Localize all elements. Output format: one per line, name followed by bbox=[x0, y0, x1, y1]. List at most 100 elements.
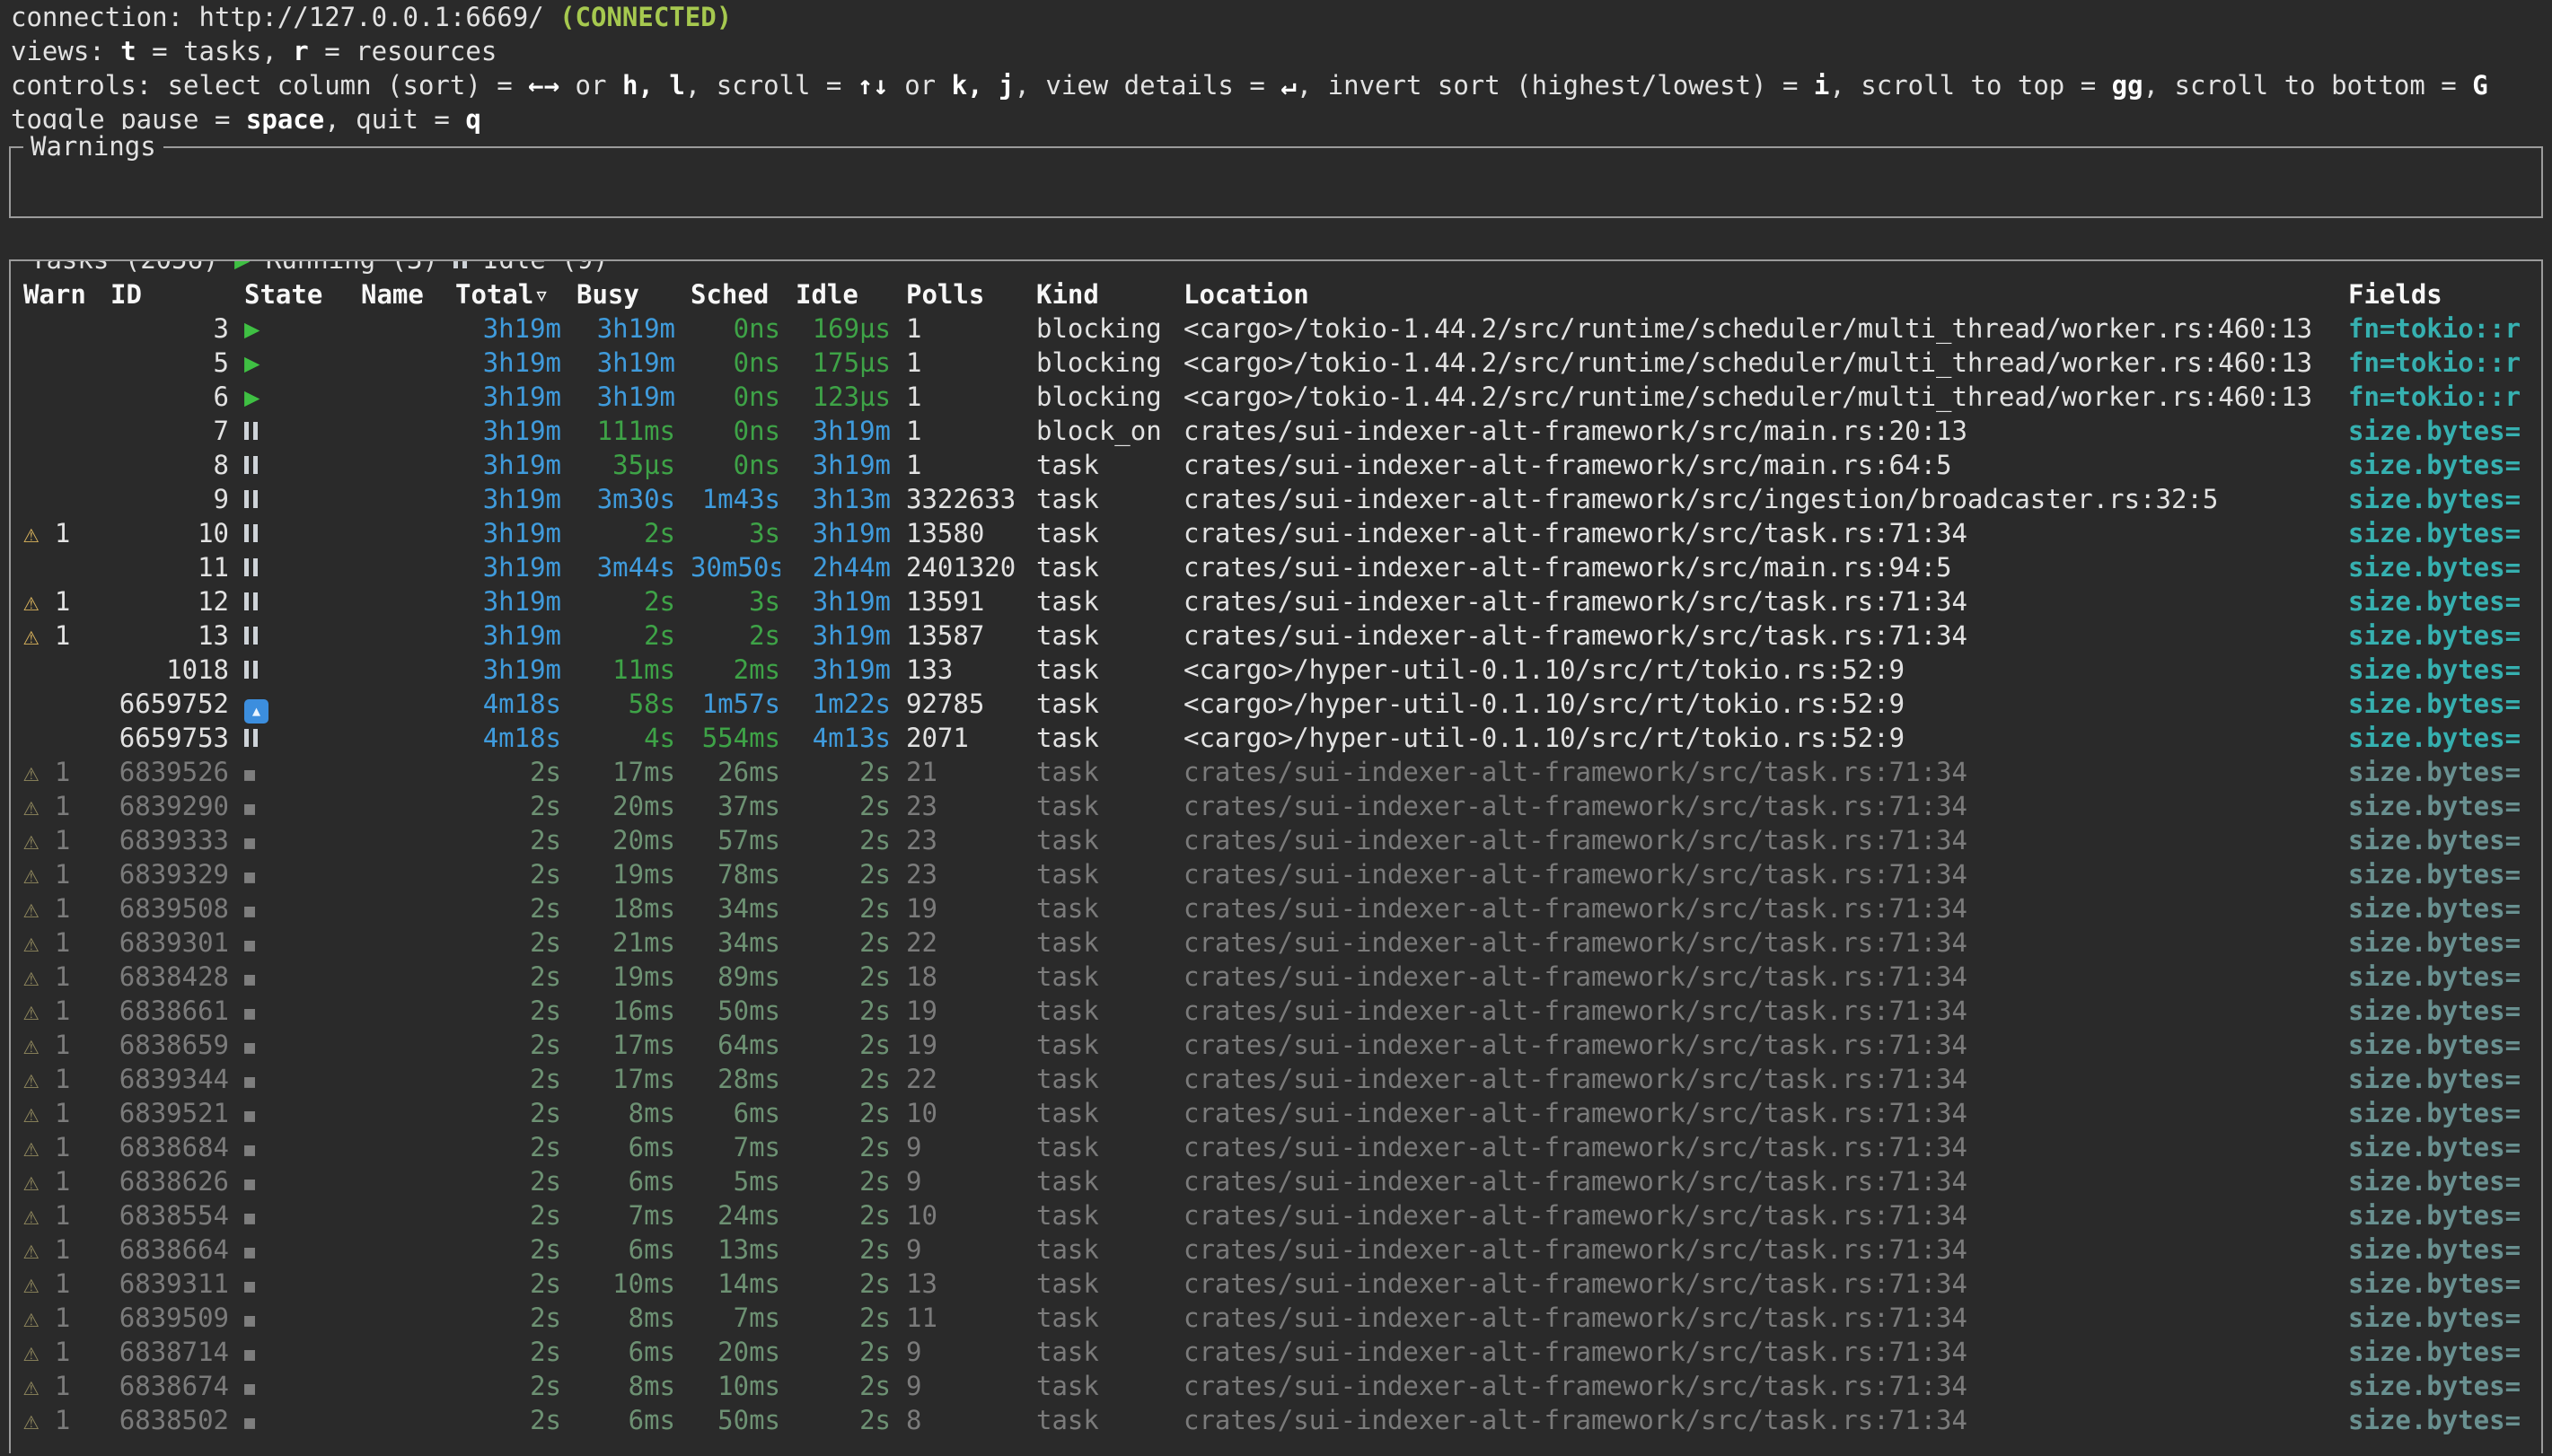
state-cell: ■ bbox=[244, 993, 346, 1030]
warnings-panel-title: Warnings bbox=[23, 129, 163, 163]
task-row[interactable]: ⚠ 1 6838661 ■ 2s 16ms 50ms 2s 19 task cr… bbox=[23, 994, 2536, 1028]
kind-cell: task bbox=[1036, 857, 1168, 891]
task-row[interactable]: ⚠ 1 10 3h19m 2s 3s 3h19m 13580 task crat… bbox=[23, 516, 2536, 550]
column-header-total[interactable]: Total▿ bbox=[455, 277, 561, 311]
task-row[interactable]: ⚠ 1 6838502 ■ 2s 6ms 50ms 2s 8 task crat… bbox=[23, 1403, 2536, 1437]
location-cell: crates/sui-indexer-alt-framework/src/tas… bbox=[1184, 1096, 2333, 1130]
task-row[interactable]: ⚠ 1 6839333 ■ 2s 20ms 57ms 2s 23 task cr… bbox=[23, 823, 2536, 857]
id-cell: 6838684 bbox=[110, 1130, 229, 1164]
task-row[interactable]: ⚠ 1 6839311 ■ 2s 10ms 14ms 2s 13 task cr… bbox=[23, 1267, 2536, 1301]
location-cell: crates/sui-indexer-alt-framework/src/tas… bbox=[1184, 755, 2333, 789]
column-header-state[interactable]: State bbox=[244, 277, 346, 311]
column-header-busy[interactable]: Busy bbox=[576, 277, 675, 311]
text-segment: h, l bbox=[622, 70, 685, 101]
total-cell: 3h19m bbox=[455, 618, 561, 653]
kind-cell: task bbox=[1036, 618, 1168, 653]
id-cell: 7 bbox=[110, 414, 229, 448]
column-header-polls[interactable]: Polls bbox=[906, 277, 1021, 311]
sched-cell: 64ms bbox=[691, 1028, 780, 1062]
state-cell bbox=[244, 516, 346, 550]
task-row[interactable]: 6 ▶ 3h19m 3h19m 0ns 123µs 1 blocking <ca… bbox=[23, 380, 2536, 414]
warnings-panel: Warnings ⚠738 tasks are 1024 bytes or la… bbox=[9, 146, 2543, 218]
state-completed-icon: ■ bbox=[244, 797, 255, 819]
column-header-location[interactable]: Location bbox=[1184, 277, 2333, 311]
kind-cell: task bbox=[1036, 448, 1168, 482]
busy-cell: 20ms bbox=[576, 789, 675, 823]
fields-cell: size.bytes= bbox=[2348, 994, 2536, 1028]
task-row[interactable]: ⚠ 1 6838626 ■ 2s 6ms 5ms 2s 9 task crate… bbox=[23, 1164, 2536, 1198]
task-row[interactable]: ⚠ 1 6839508 ■ 2s 18ms 34ms 2s 19 task cr… bbox=[23, 891, 2536, 925]
state-cell bbox=[244, 618, 346, 653]
text-segment: views: bbox=[11, 36, 120, 66]
state-cell: ▶ bbox=[244, 380, 346, 414]
task-row[interactable]: ⚠ 1 6839290 ■ 2s 20ms 37ms 2s 23 task cr… bbox=[23, 789, 2536, 823]
text-segment: = tasks, bbox=[136, 36, 294, 66]
idle-cell: 2s bbox=[796, 1403, 891, 1437]
task-row[interactable]: ⚠ 1 6838554 ■ 2s 7ms 24ms 2s 10 task cra… bbox=[23, 1198, 2536, 1232]
polls-cell: 19 bbox=[906, 891, 1021, 925]
warning-icon: ⚠ bbox=[23, 620, 39, 651]
task-row[interactable]: ⚠ 1 12 3h19m 2s 3s 3h19m 13591 task crat… bbox=[23, 584, 2536, 618]
task-row[interactable]: ⚠ 1 6839301 ■ 2s 21ms 34ms 2s 22 task cr… bbox=[23, 925, 2536, 960]
polls-cell: 13 bbox=[906, 1267, 1021, 1301]
task-row[interactable]: ⚠ 1 6839521 ■ 2s 8ms 6ms 2s 10 task crat… bbox=[23, 1096, 2536, 1130]
column-header-idle[interactable]: Idle bbox=[796, 277, 891, 311]
column-header-id[interactable]: ID bbox=[110, 277, 229, 311]
task-row[interactable]: 5 ▶ 3h19m 3h19m 0ns 175µs 1 blocking <ca… bbox=[23, 346, 2536, 380]
views-line: views: t = tasks, r = resources bbox=[0, 34, 2552, 68]
warning-icon: ⚠ bbox=[23, 1268, 39, 1299]
location-cell: crates/sui-indexer-alt-framework/src/tas… bbox=[1184, 1028, 2333, 1062]
task-row[interactable]: 7 3h19m 111ms 0ns 3h19m 1 block_on crate… bbox=[23, 414, 2536, 448]
column-header-name[interactable]: Name bbox=[361, 277, 440, 311]
warn-cell: ⚠ 1 bbox=[23, 925, 95, 960]
kind-cell: task bbox=[1036, 1403, 1168, 1437]
idle-cell: 2s bbox=[796, 789, 891, 823]
column-header-fields[interactable]: Fields bbox=[2348, 277, 2536, 311]
fields-cell: size.bytes= bbox=[2348, 1335, 2536, 1369]
id-cell: 6659753 bbox=[110, 721, 229, 755]
location-cell: crates/sui-indexer-alt-framework/src/mai… bbox=[1184, 414, 2333, 448]
task-row[interactable]: ⚠ 1 6838674 ■ 2s 8ms 10ms 2s 9 task crat… bbox=[23, 1369, 2536, 1403]
location-cell: crates/sui-indexer-alt-framework/src/ing… bbox=[1184, 482, 2333, 516]
task-row[interactable]: 8 3h19m 35µs 0ns 3h19m 1 task crates/sui… bbox=[23, 448, 2536, 482]
task-row[interactable]: ⚠ 1 13 3h19m 2s 2s 3h19m 13587 task crat… bbox=[23, 618, 2536, 653]
task-row[interactable]: 11 3h19m 3m44s 30m50s 2h44m 2401320 task… bbox=[23, 550, 2536, 584]
busy-cell: 111ms bbox=[576, 414, 675, 448]
task-row[interactable]: ⚠ 1 6838684 ■ 2s 6ms 7ms 2s 9 task crate… bbox=[23, 1130, 2536, 1164]
id-cell: 13 bbox=[110, 618, 229, 653]
task-row[interactable]: 6659753 4m18s 4s 554ms 4m13s 2071 task <… bbox=[23, 721, 2536, 755]
total-cell: 2s bbox=[455, 960, 561, 994]
state-cell bbox=[244, 482, 346, 516]
column-header-sched[interactable]: Sched bbox=[691, 277, 780, 311]
column-header-warn[interactable]: Warn bbox=[23, 277, 95, 311]
task-row[interactable]: ⚠ 1 6839509 ■ 2s 8ms 7ms 2s 11 task crat… bbox=[23, 1301, 2536, 1335]
state-cell bbox=[244, 721, 346, 755]
task-row[interactable]: ⚠ 1 6838714 ■ 2s 6ms 20ms 2s 9 task crat… bbox=[23, 1335, 2536, 1369]
task-row[interactable]: ⚠ 1 6839344 ■ 2s 17ms 28ms 2s 22 task cr… bbox=[23, 1062, 2536, 1096]
warning-icon: ⚠ bbox=[23, 1064, 39, 1094]
idle-cell: 3h19m bbox=[796, 448, 891, 482]
location-cell: crates/sui-indexer-alt-framework/src/tas… bbox=[1184, 516, 2333, 550]
total-cell: 2s bbox=[455, 925, 561, 960]
column-header-kind[interactable]: Kind bbox=[1036, 277, 1168, 311]
task-row[interactable]: 9 3h19m 3m30s 1m43s 3h13m 3322633 task c… bbox=[23, 482, 2536, 516]
task-row[interactable]: ⚠ 1 6838659 ■ 2s 17ms 64ms 2s 19 task cr… bbox=[23, 1028, 2536, 1062]
state-running-icon: ▶ bbox=[244, 382, 260, 412]
task-row[interactable]: ⚠ 1 6838428 ■ 2s 19ms 89ms 2s 18 task cr… bbox=[23, 960, 2536, 994]
polls-cell: 1 bbox=[906, 346, 1021, 380]
tasks-table-body: 3 ▶ 3h19m 3h19m 0ns 169µs 1 blocking <ca… bbox=[23, 311, 2536, 1437]
kind-cell: task bbox=[1036, 687, 1168, 721]
connection-line: connection: http://127.0.0.1:6669/ (CONN… bbox=[0, 0, 2552, 34]
text-segment: r bbox=[293, 36, 308, 66]
task-row[interactable]: 6659752 ▲ 4m18s 58s 1m57s 1m22s 92785 ta… bbox=[23, 687, 2536, 721]
sched-cell: 7ms bbox=[691, 1130, 780, 1164]
task-row[interactable]: ⚠ 1 6839526 ■ 2s 17ms 26ms 2s 21 task cr… bbox=[23, 755, 2536, 789]
fields-cell: size.bytes= bbox=[2348, 1267, 2536, 1301]
text-segment: i bbox=[1814, 70, 1829, 101]
task-row[interactable]: 1018 3h19m 11ms 2ms 3h19m 133 task <carg… bbox=[23, 653, 2536, 687]
polls-cell: 1 bbox=[906, 311, 1021, 346]
task-row[interactable]: ⚠ 1 6838664 ■ 2s 6ms 13ms 2s 9 task crat… bbox=[23, 1232, 2536, 1267]
task-row[interactable]: 3 ▶ 3h19m 3h19m 0ns 169µs 1 blocking <ca… bbox=[23, 311, 2536, 346]
task-row[interactable]: ⚠ 1 6839329 ■ 2s 19ms 78ms 2s 23 task cr… bbox=[23, 857, 2536, 891]
location-cell: <cargo>/hyper-util-0.1.10/src/rt/tokio.r… bbox=[1184, 721, 2333, 755]
